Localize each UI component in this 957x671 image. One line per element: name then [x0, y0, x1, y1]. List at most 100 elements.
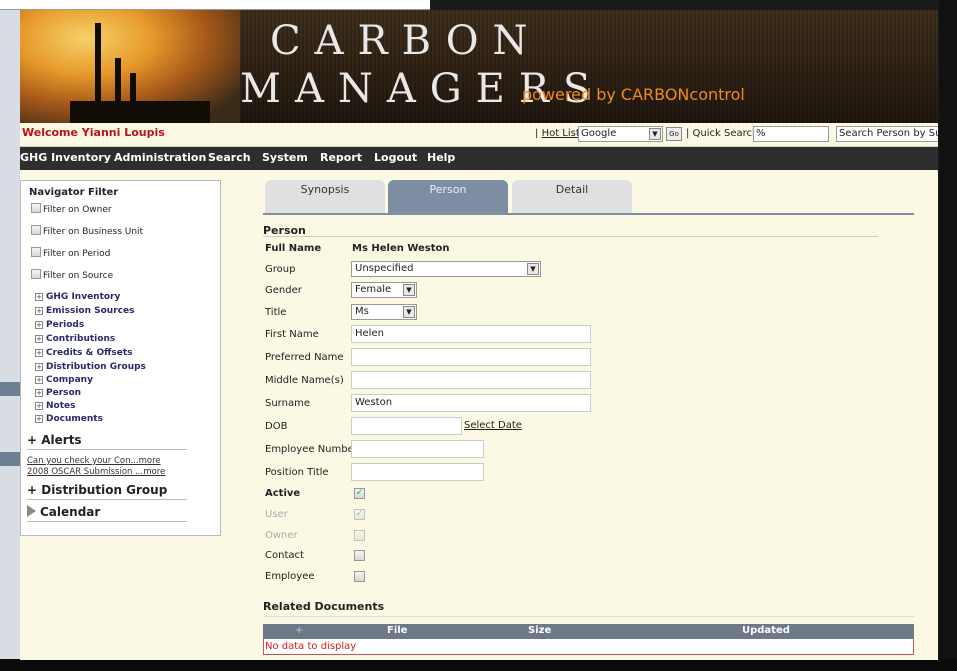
go-button[interactable]: Go	[666, 127, 682, 141]
logo-carbon: CARBON	[270, 18, 542, 64]
position-title-field[interactable]	[351, 463, 484, 481]
expand-plus-icon[interactable]: +	[35, 415, 43, 423]
background-bar	[0, 382, 20, 396]
filter-label: Filter on Period	[43, 249, 111, 259]
tree-ghg-inventory[interactable]: + GHG Inventory	[35, 292, 120, 302]
contact-checkbox[interactable]	[354, 550, 365, 561]
gender-select-value: Female	[355, 284, 392, 295]
surname-field[interactable]: Weston	[351, 394, 591, 412]
background-bar	[0, 452, 20, 466]
related-documents-title: Related Documents	[263, 600, 385, 613]
banner-chimney	[115, 58, 121, 113]
column-size[interactable]: Size	[528, 625, 551, 636]
menu-administration[interactable]: Administration	[114, 151, 206, 164]
alerts-header[interactable]: + Alerts	[27, 433, 82, 447]
add-document-button[interactable]: +	[295, 625, 303, 636]
column-file[interactable]: File	[387, 625, 407, 636]
related-documents-header: + File Size Updated	[263, 624, 914, 639]
middle-name-label: Middle Name(s)	[265, 375, 344, 386]
tree-label: Periods	[46, 320, 85, 330]
user-checkbox: ✓	[354, 509, 365, 520]
filter-business-unit[interactable]: Filter on Business Unit	[31, 225, 143, 237]
expand-plus-icon[interactable]: +	[35, 307, 43, 315]
divider	[263, 236, 878, 237]
alert-link[interactable]: 2008 OSCAR Submission ...more	[27, 467, 165, 477]
owner-label: Owner	[265, 530, 298, 541]
expand-plus-icon[interactable]: +	[35, 402, 43, 410]
expand-plus-icon[interactable]: +	[35, 293, 43, 301]
hotlist-link[interactable]: Hot List	[542, 128, 580, 139]
tree-label: Person	[46, 388, 82, 398]
select-date-link[interactable]: Select Date	[464, 420, 522, 431]
filter-label: Filter on Business Unit	[43, 227, 144, 237]
group-label: Group	[265, 264, 296, 275]
tab-person[interactable]: Person	[388, 180, 508, 214]
employee-number-field[interactable]	[351, 440, 484, 458]
employee-number-label: Employee Number	[265, 444, 358, 455]
filter-period[interactable]: Filter on Period	[31, 247, 110, 259]
expand-plus-icon[interactable]: +	[35, 335, 43, 343]
preferred-name-field[interactable]	[351, 348, 591, 366]
expand-plus-icon[interactable]: +	[35, 389, 43, 397]
tree-emission-sources[interactable]: + Emission Sources	[35, 306, 134, 316]
title-select[interactable]: Ms ▼	[351, 304, 417, 320]
checkbox-icon[interactable]	[31, 269, 41, 279]
first-name-field[interactable]: Helen	[351, 325, 591, 343]
checkbox-icon[interactable]	[31, 203, 41, 213]
checkbox-icon[interactable]	[31, 225, 41, 235]
position-title-label: Position Title	[265, 467, 329, 478]
alert-link[interactable]: Can you check your Con...more	[27, 456, 161, 466]
middle-name-field[interactable]	[351, 371, 591, 389]
full-name-label: Full Name	[265, 243, 322, 254]
active-label: Active	[265, 488, 301, 499]
hotlist-select[interactable]: Google ▼	[578, 126, 663, 142]
menu-report[interactable]: Report	[320, 151, 362, 164]
tree-credits-offsets[interactable]: + Credits & Offsets	[35, 348, 133, 358]
hotlist: | Hot List	[535, 128, 580, 139]
divider	[27, 449, 187, 450]
tree-notes[interactable]: + Notes	[35, 401, 75, 411]
expand-plus-icon[interactable]: +	[35, 321, 43, 329]
chevron-down-icon: ▼	[649, 128, 661, 140]
menu-search[interactable]: Search	[208, 151, 251, 164]
quick-search-label: | Quick Search	[686, 128, 759, 139]
tree-distribution-groups[interactable]: + Distribution Groups	[35, 362, 146, 372]
expand-plus-icon[interactable]: +	[35, 349, 43, 357]
dob-field[interactable]	[351, 417, 462, 435]
header-banner: CARBON MANAGERS powered by CARBONcontrol	[20, 10, 938, 123]
main-menu: GHG Inventory Administration Search Syst…	[20, 147, 938, 170]
chevron-down-icon: ▼	[527, 263, 539, 275]
tree-company[interactable]: + Company	[35, 375, 93, 385]
person-search-input[interactable]: Search Person by Surname	[836, 126, 938, 142]
filter-source[interactable]: Filter on Source	[31, 269, 113, 281]
group-select[interactable]: Unspecified ▼	[351, 261, 541, 277]
tree-periods[interactable]: + Periods	[35, 320, 84, 330]
chevron-down-icon: ▼	[403, 284, 415, 296]
tab-synopsis[interactable]: Synopsis	[265, 180, 385, 214]
menu-system[interactable]: System	[262, 151, 308, 164]
menu-ghg-inventory[interactable]: GHG Inventory	[20, 151, 111, 164]
checkbox-icon[interactable]	[31, 247, 41, 257]
gender-select[interactable]: Female ▼	[351, 282, 417, 298]
employee-checkbox[interactable]	[354, 571, 365, 582]
related-documents-body: No data to display	[263, 639, 914, 655]
filter-owner[interactable]: Filter on Owner	[31, 203, 112, 215]
expand-plus-icon[interactable]: +	[35, 376, 43, 384]
tree-documents[interactable]: + Documents	[35, 414, 103, 424]
tree-contributions[interactable]: + Contributions	[35, 334, 115, 344]
tab-detail[interactable]: Detail	[512, 180, 632, 214]
quick-search-input[interactable]: %	[753, 126, 829, 142]
powered-by-text: powered by CARBONcontrol	[522, 85, 745, 104]
active-checkbox[interactable]: ✓	[354, 488, 365, 499]
expand-plus-icon[interactable]: +	[35, 363, 43, 371]
divider	[263, 616, 914, 617]
column-updated[interactable]: Updated	[742, 625, 790, 636]
menu-help[interactable]: Help	[427, 151, 455, 164]
distribution-group-header[interactable]: + Distribution Group	[27, 483, 167, 497]
tree-person[interactable]: + Person	[35, 388, 81, 398]
banner-chimney	[130, 73, 136, 113]
first-name-label: First Name	[265, 329, 319, 340]
menu-logout[interactable]: Logout	[374, 151, 417, 164]
calendar-header[interactable]: Calendar	[27, 505, 100, 519]
tree-label: Contributions	[46, 334, 116, 344]
